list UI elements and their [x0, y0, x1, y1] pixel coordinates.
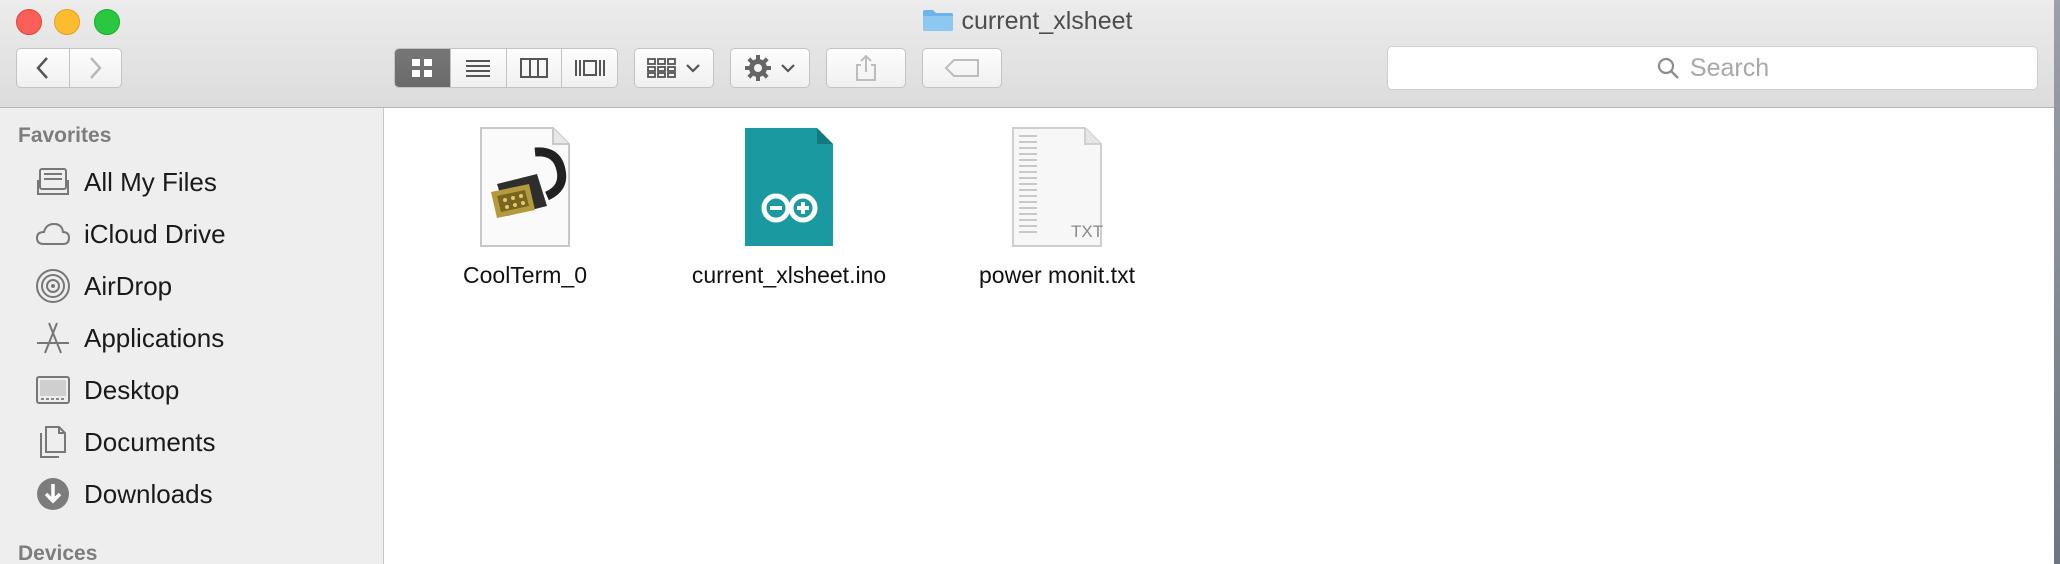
arrange-grid-icon: [647, 58, 676, 78]
search-placeholder: Search: [1689, 53, 1770, 82]
gear-icon: [745, 55, 771, 81]
cover-flow-view-icon: [574, 60, 605, 76]
search-icon: [1657, 57, 1679, 79]
tags-button[interactable]: [922, 48, 1002, 88]
sidebar-item-applications[interactable]: Applications: [34, 318, 224, 358]
sidebar-item-label: Applications: [84, 322, 225, 353]
toolbar: current_xlsheet Search: [0, 0, 2054, 108]
desktop-background-strip: [2054, 0, 2060, 564]
sidebar-item-label: Documents: [84, 426, 216, 457]
downloads-icon: [34, 476, 72, 512]
file-item[interactable]: current_xlsheet.ino: [679, 124, 899, 289]
column-view-icon: [519, 58, 548, 78]
chevron-down-icon: [781, 64, 795, 73]
all-files-icon: [34, 164, 72, 200]
list-view-icon: [466, 60, 491, 77]
sidebar-item-label: All My Files: [84, 166, 217, 197]
sidebar: Favorites All My Files iCloud Drive AirD…: [0, 108, 384, 564]
airdrop-icon: [34, 268, 72, 304]
devices-header: Devices: [18, 542, 98, 564]
action-button[interactable]: [730, 48, 810, 88]
sidebar-item-documents[interactable]: Documents: [34, 422, 216, 462]
applications-icon: [34, 320, 72, 356]
txt-badge: TXT: [1071, 222, 1104, 241]
arrange-button[interactable]: [634, 48, 714, 88]
chevron-right-icon: [90, 57, 102, 79]
share-icon: [856, 54, 876, 81]
serial-connector-icon: [480, 127, 570, 247]
sidebar-item-desktop[interactable]: Desktop: [34, 370, 179, 410]
chevron-left-icon: [36, 57, 48, 79]
file-name: power monit.txt: [979, 262, 1135, 288]
file-area: CoolTerm_0 current_xlsheet.ino TXT power…: [385, 108, 2054, 564]
cloud-icon: [34, 216, 72, 252]
folder-icon: [922, 8, 954, 32]
file-item[interactable]: CoolTerm_0: [415, 124, 635, 289]
search-field[interactable]: Search: [1387, 46, 2038, 90]
sidebar-item-label: AirDrop: [84, 270, 173, 301]
sidebar-item-label: Desktop: [84, 374, 180, 405]
window-title-text: current_xlsheet: [961, 7, 1133, 35]
arduino-icon: [745, 128, 833, 246]
column-view-button[interactable]: [505, 49, 562, 87]
file-name: current_xlsheet.ino: [691, 262, 887, 288]
sidebar-item-label: iCloud Drive: [84, 218, 226, 249]
list-view-button[interactable]: [449, 49, 506, 87]
tag-icon: [944, 59, 979, 77]
icon-view-button[interactable]: [395, 49, 450, 87]
finder-window: current_xlsheet Search Favorites All My …: [0, 0, 2054, 564]
file-item[interactable]: TXT power monit.txt: [947, 124, 1167, 289]
sidebar-item-all-my-files[interactable]: All My Files: [34, 162, 217, 202]
chevron-down-icon: [686, 64, 700, 73]
cover-flow-view-button[interactable]: [561, 49, 617, 87]
window-title: current_xlsheet: [0, 6, 2054, 36]
sidebar-item-downloads[interactable]: Downloads: [34, 474, 213, 514]
nav-buttons: [16, 48, 122, 88]
back-button[interactable]: [17, 49, 69, 87]
view-mode-group: [394, 48, 618, 88]
sidebar-item-label: Downloads: [84, 478, 213, 509]
icon-view-icon: [412, 59, 433, 77]
share-button[interactable]: [826, 48, 906, 88]
forward-button[interactable]: [68, 49, 122, 87]
documents-icon: [34, 424, 72, 460]
file-name: CoolTerm_0: [463, 262, 587, 288]
sidebar-item-airdrop[interactable]: AirDrop: [34, 266, 172, 306]
desktop-icon: [34, 372, 72, 408]
favorites-header: Favorites: [18, 124, 112, 147]
sidebar-item-icloud-drive[interactable]: iCloud Drive: [34, 214, 226, 254]
